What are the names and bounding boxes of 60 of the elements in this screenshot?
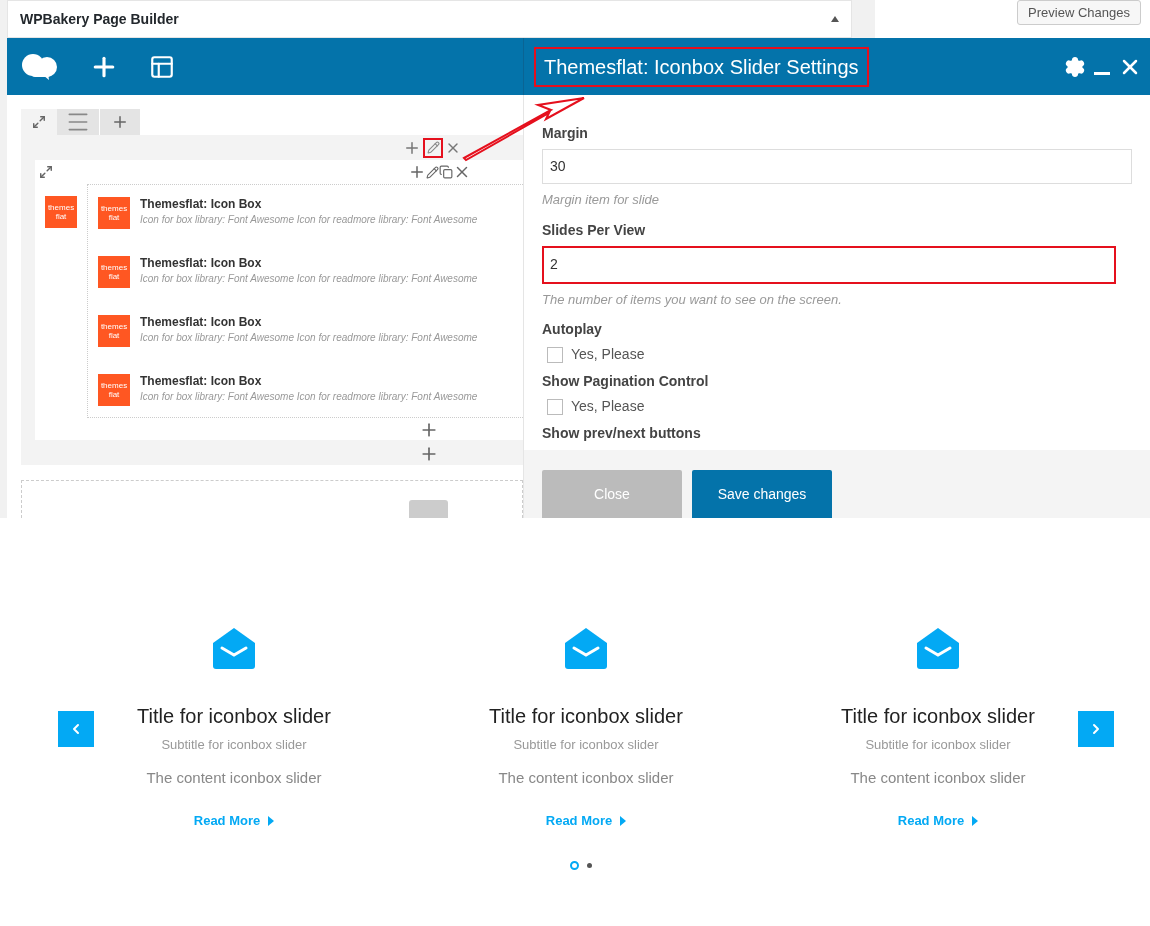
slide-subtitle: Subtitle for iconbox slider: [161, 736, 307, 754]
add-tab[interactable]: [100, 109, 140, 135]
themesflat-logo: themes flat: [98, 197, 130, 229]
element-title[interactable]: Themesflat: Icon Box: [140, 197, 478, 212]
add-icon[interactable]: [408, 163, 426, 181]
element-description: Icon for box library: Font Awesome Icon for readmore library: Font Awesome: [140, 331, 478, 345]
slide-title: Title for iconbox slider: [489, 704, 683, 729]
slide-subtitle: Subtitle for iconbox slider: [865, 736, 1011, 754]
envelope-icon: [565, 628, 607, 669]
clone-icon[interactable]: [439, 165, 453, 179]
slide-subtitle: Subtitle for iconbox slider: [513, 736, 659, 754]
play-triangle-icon: [620, 815, 627, 826]
templates-icon[interactable]: [149, 53, 175, 80]
element-description: Icon for box library: Font Awesome Icon for readmore library: Font Awesome: [140, 390, 478, 404]
element-description: Icon for box library: Font Awesome Icon for readmore library: Font Awesome: [140, 213, 478, 227]
checkbox-label: Yes, Please: [571, 345, 645, 364]
expand-icon[interactable]: [32, 115, 46, 129]
collapse-triangle-icon[interactable]: [831, 16, 839, 22]
play-triangle-icon: [268, 815, 275, 826]
help-text: The number of items you want to see on the screen.: [542, 290, 843, 309]
envelope-icon: [917, 628, 959, 669]
edit-pencil-icon[interactable]: [423, 137, 443, 158]
field-label: Margin: [542, 124, 588, 143]
field-label: Show Pagination Control: [542, 372, 710, 391]
drag-tab[interactable]: [57, 109, 99, 135]
expand-tab[interactable]: [21, 109, 57, 135]
checkbox[interactable]: [547, 346, 563, 363]
field-label: Slides Per View: [542, 220, 646, 240]
field-label: Autoplay: [542, 320, 603, 339]
help-text: Margin item for slide: [542, 191, 661, 209]
add-icon[interactable]: [111, 113, 129, 131]
next-slide-button[interactable]: [1078, 711, 1114, 748]
text-input[interactable]: 2: [542, 245, 1116, 284]
themesflat-logo: themes flat: [98, 256, 130, 288]
slide-content: The content iconbox slider: [850, 767, 1026, 788]
checkbox[interactable]: [547, 398, 563, 415]
themesflat-logo: themes flat: [45, 196, 77, 228]
play-triangle-icon: [972, 815, 979, 826]
element-title[interactable]: Themesflat: Icon Box: [140, 374, 478, 389]
expand-icon[interactable]: [39, 165, 53, 179]
slide-content: The content iconbox slider: [146, 767, 322, 788]
envelope-icon: [213, 628, 255, 669]
field-label: Show prev/next buttons: [542, 424, 702, 443]
preview-changes-button[interactable]: Preview Changes: [1017, 0, 1141, 25]
themesflat-logo: themes flat: [98, 374, 130, 406]
themesflat-logo: themes flat: [98, 315, 130, 347]
element-title[interactable]: Themesflat: Icon Box: [140, 315, 478, 330]
slide-title: Title for iconbox slider: [841, 704, 1035, 729]
element-title[interactable]: Themesflat: Icon Box: [140, 256, 478, 271]
text-input[interactable]: 30: [542, 149, 1132, 184]
slide-title: Title for iconbox slider: [137, 704, 331, 729]
panel-title: WPBakery Page Builder: [20, 9, 179, 29]
cloud-logo-icon[interactable]: [21, 52, 59, 81]
settings-title: Themesflat: Iconbox Slider Settings: [534, 46, 869, 87]
prev-slide-button[interactable]: [58, 711, 94, 748]
save-changes-button[interactable]: Save changes: [692, 470, 832, 518]
slide-content: The content iconbox slider: [498, 767, 674, 788]
checkbox-label: Yes, Please: [571, 397, 645, 416]
edit-pencil-icon[interactable]: [426, 165, 439, 179]
element-description: Icon for box library: Font Awesome Icon for readmore library: Font Awesome: [140, 272, 478, 286]
